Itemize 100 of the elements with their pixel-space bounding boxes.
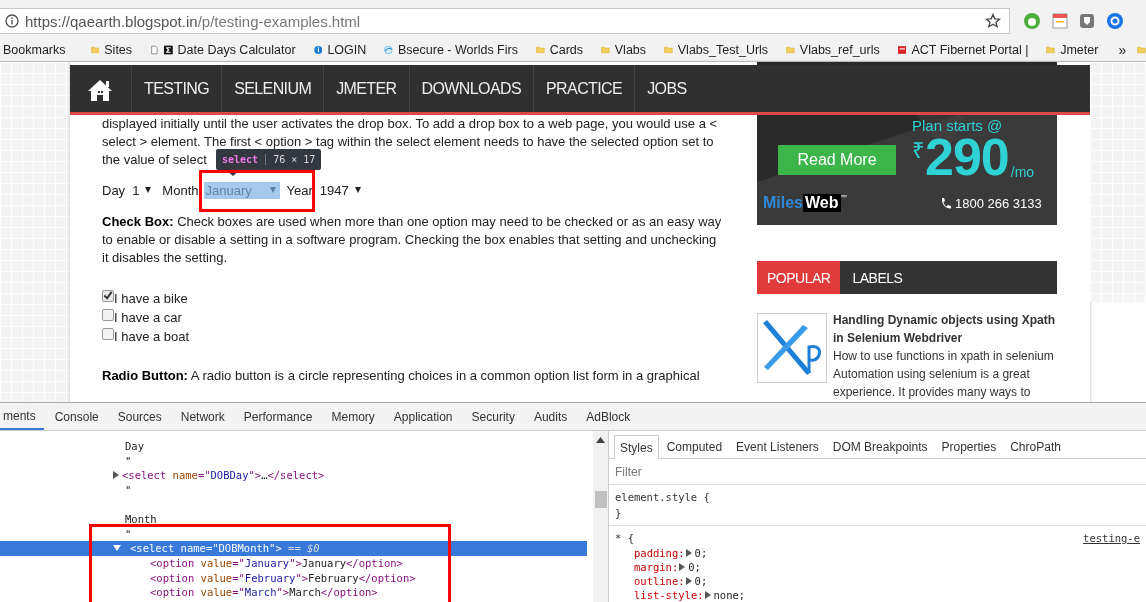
- checkbox-label: I have a car: [114, 309, 182, 325]
- address-bar[interactable]: https://qaearth.blogspot.in/p/testing-examples.html: [0, 8, 1010, 34]
- bookmark-link[interactable]: Bsecure - Worlds Firs: [398, 42, 518, 57]
- tab[interactable]: Memory: [321, 403, 383, 430]
- extension-icon[interactable]: [1106, 12, 1124, 30]
- nav-link[interactable]: SELENIUM: [221, 65, 324, 112]
- tab[interactable]: Styles: [614, 435, 659, 459]
- post-title-link[interactable]: Handling Dynamic objects using Xpath in Selenium Webdriver: [833, 311, 1057, 347]
- post-snippet: How to use functions in xpath in selenium Automation using selenium is a great experience. It provides many ways to: [833, 348, 1055, 401]
- code-line: <select name="DOBMonth"> == $0: [130, 542, 320, 555]
- property-value: 0;: [694, 575, 708, 587]
- caret-icon: [145, 187, 152, 193]
- tab[interactable]: ChroPath: [1004, 435, 1067, 458]
- text-line: select > element. The first < option > tag within the select element needs to have the selected option set to: [102, 133, 714, 151]
- tab[interactable]: Security: [461, 403, 523, 430]
- field-label: Year: [286, 182, 313, 198]
- scroll-thumb[interactable]: [594, 491, 607, 508]
- plan-text: Plan starts @: [912, 117, 1004, 134]
- expand-icon[interactable]: [704, 591, 711, 599]
- css-selector: * {: [615, 532, 634, 544]
- checkbox[interactable]: [102, 327, 114, 340]
- text-line: it disables the setting.: [102, 249, 228, 267]
- tab[interactable]: Performance: [233, 403, 321, 430]
- code-line: Month: [125, 513, 157, 526]
- tab[interactable]: Computed: [660, 435, 729, 458]
- code-line: <option value="March">March</option>: [150, 586, 378, 599]
- caret-icon: [269, 187, 276, 193]
- css-selector: element.style {: [615, 491, 710, 503]
- checkbox-label: I have a boat: [114, 328, 190, 344]
- bookmark-link[interactable]: Date Days Calculator: [177, 42, 296, 57]
- bookmark-link[interactable]: Vlabs_ref_urls: [799, 42, 880, 57]
- info-icon: [5, 14, 19, 28]
- shield-icon[interactable]: [1079, 13, 1095, 29]
- selected-row[interactable]: <select name="DOBMonth"> == $0: [0, 541, 587, 556]
- tag-name: select: [222, 154, 259, 165]
- field-label: Month: [162, 182, 199, 198]
- checkbox[interactable]: [102, 308, 114, 321]
- bookmark-link[interactable]: Cards: [549, 42, 584, 57]
- property-name: list-style:: [634, 589, 704, 601]
- tab[interactable]: LABELS: [840, 261, 913, 294]
- currency-symbol: ₹: [912, 137, 925, 164]
- scrollbar[interactable]: [593, 431, 608, 602]
- extension-icon[interactable]: [1023, 12, 1041, 30]
- nav-link[interactable]: TESTING: [131, 65, 222, 112]
- tab[interactable]: Event Listeners: [730, 435, 825, 458]
- tab[interactable]: Sources: [107, 403, 170, 430]
- field-label: Day: [102, 182, 126, 198]
- size-text: 76 × 17: [265, 154, 316, 165]
- tab[interactable]: Application: [383, 403, 461, 430]
- text-line: Check Box: Check boxes are used when more than one option may need to be checked or as an easy way: [102, 213, 722, 231]
- checkbox-label: I have a bike: [114, 290, 188, 306]
- property-name: outline:: [634, 575, 685, 587]
- tab[interactable]: Console: [44, 403, 107, 430]
- source-link[interactable]: testing-e: [1083, 532, 1140, 544]
- bookmark-link[interactable]: Bookmarks: [3, 42, 66, 57]
- checkbox[interactable]: [102, 289, 114, 302]
- closing-brace: }: [615, 506, 623, 521]
- tab[interactable]: Network: [170, 403, 233, 430]
- code-line: <select name="DOBDay">…</select>: [122, 469, 325, 482]
- tab[interactable]: DOM Breakpoints: [826, 435, 934, 458]
- bookmark-link[interactable]: Vlabs: [614, 42, 647, 57]
- property-value: 0;: [694, 547, 708, 559]
- phone-icon: [939, 196, 951, 210]
- toggle-icon[interactable]: [113, 471, 119, 480]
- scroll-up-icon[interactable]: [596, 437, 605, 443]
- caret-icon: [354, 187, 361, 193]
- bookmark-link[interactable]: LOGIN: [327, 42, 367, 57]
- property-name: margin:: [634, 561, 679, 573]
- overflow-button[interactable]: »: [1118, 41, 1127, 58]
- price-text: 290: [925, 134, 1009, 180]
- bookmark-link[interactable]: Jmeter: [1060, 42, 1099, 57]
- code-line: Day: [125, 440, 144, 453]
- code-line: <option value="January">January</option>: [150, 557, 403, 570]
- tab[interactable]: ments: [0, 403, 44, 430]
- home-icon[interactable]: [87, 78, 114, 102]
- text-line: displayed initially until the user activates the drop box. To add a drop box to a web page, you would use a <: [102, 115, 718, 133]
- property-value: none;: [713, 589, 746, 601]
- nav-link[interactable]: JOBS: [634, 65, 699, 112]
- brand-text: Web: [803, 194, 841, 212]
- calendar-icon[interactable]: [1052, 13, 1068, 29]
- brand-text: Miles: [763, 194, 803, 212]
- nav-link[interactable]: DOWNLOADS: [408, 65, 534, 112]
- nav-link[interactable]: PRACTICE: [533, 65, 635, 112]
- tab[interactable]: Properties: [935, 435, 1003, 458]
- bookmark-link[interactable]: Vlabs_Test_Urls: [677, 42, 769, 57]
- tab[interactable]: Audits: [523, 403, 576, 430]
- dropdown[interactable]: 1: [130, 181, 156, 199]
- bookmark-link[interactable]: Sites: [104, 42, 133, 57]
- thumbnail-icon: [757, 313, 827, 383]
- text-line: to enable or disable a setting in a software program. Checking the box enables that setting and unchecking: [102, 231, 717, 249]
- tab[interactable]: AdBlock: [576, 403, 639, 430]
- dropdown[interactable]: 1947: [317, 181, 365, 199]
- tab[interactable]: POPULAR: [757, 261, 841, 294]
- url-text: https://qaearth.blogspot.in/p/testing-examples.html: [25, 12, 362, 30]
- text-line: the value of select: [102, 151, 207, 169]
- text-line: Radio Button: A radio button is a circle representing choices in a common option list form in a graphical: [102, 367, 700, 385]
- star-icon[interactable]: [985, 13, 1001, 29]
- nav-link[interactable]: JMETER: [323, 65, 409, 112]
- property-value: 0;: [688, 561, 701, 573]
- bookmark-link[interactable]: ACT Fibernet Portal |: [911, 42, 1029, 57]
